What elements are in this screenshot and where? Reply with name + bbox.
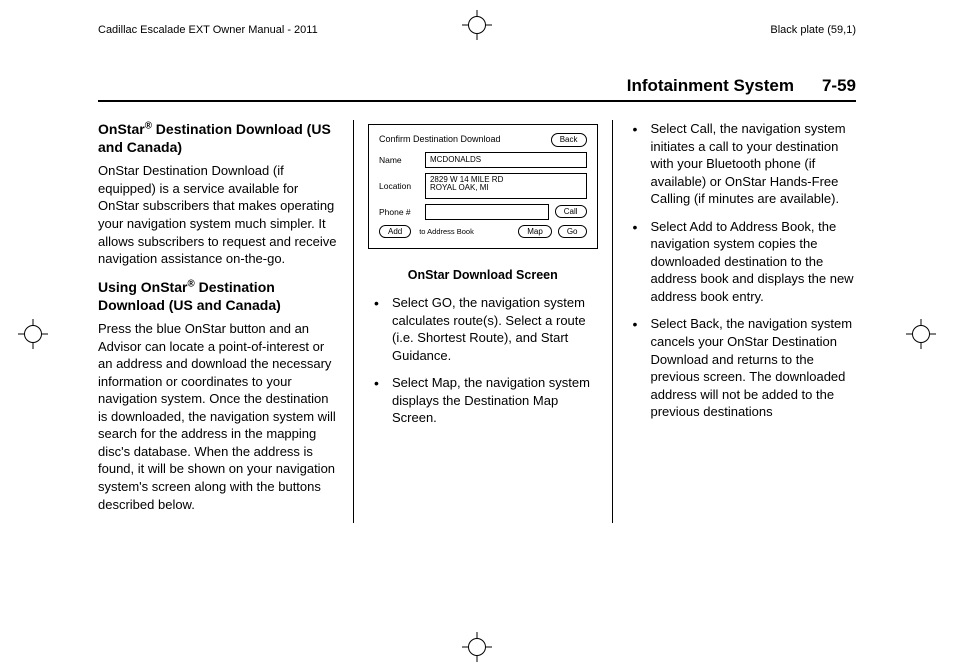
- screen-map-button: Map: [518, 225, 552, 239]
- screen-location-label: Location: [379, 181, 419, 191]
- screen-add-button: Add: [379, 225, 411, 239]
- screen-go-button: Go: [558, 225, 587, 239]
- plate-info: Black plate (59,1): [770, 24, 856, 36]
- col3-bullets: Select Call, the navigation system initi…: [627, 120, 857, 421]
- onstar-screen-figure: Confirm Destination Download Back Name M…: [368, 124, 598, 249]
- page: Cadillac Escalade EXT Owner Manual - 201…: [0, 0, 954, 543]
- screen-call-button: Call: [555, 205, 587, 219]
- column-2: Confirm Destination Download Back Name M…: [353, 120, 598, 523]
- bullet-call: Select Call, the navigation system initi…: [627, 120, 857, 208]
- screen-back-button: Back: [551, 133, 587, 147]
- column-3: Select Call, the navigation system initi…: [612, 120, 857, 523]
- content-columns: OnStar® Destination Download (US and Can…: [98, 120, 856, 523]
- column-1: OnStar® Destination Download (US and Can…: [98, 120, 339, 523]
- screen-name-label: Name: [379, 155, 419, 165]
- screen-name-value: MCDONALDS: [425, 152, 587, 168]
- print-header: Cadillac Escalade EXT Owner Manual - 201…: [98, 24, 856, 36]
- para-intro: OnStar Destination Download (if equipped…: [98, 162, 339, 267]
- section-header: Infotainment System 7-59: [98, 76, 856, 102]
- col2-bullets: Select GO, the navigation system calcula…: [368, 294, 598, 427]
- screen-add-label: to Address Book: [419, 227, 474, 236]
- bullet-add: Select Add to Address Book, the navigati…: [627, 218, 857, 306]
- bullet-go: Select GO, the navigation system calcula…: [368, 294, 598, 364]
- screen-phone-label: Phone #: [379, 207, 419, 217]
- page-number: 7-59: [822, 76, 856, 96]
- section-title: Infotainment System: [627, 76, 794, 96]
- manual-title: Cadillac Escalade EXT Owner Manual - 201…: [98, 24, 318, 36]
- heading-using-onstar: Using OnStar® Destination Download (US a…: [98, 278, 339, 314]
- screen-phone-value: [425, 204, 549, 220]
- heading-onstar-download: OnStar® Destination Download (US and Can…: [98, 120, 339, 156]
- para-using: Press the blue OnStar button and an Advi…: [98, 320, 339, 513]
- crop-mark-bottom: [462, 632, 492, 662]
- bullet-map: Select Map, the navigation system displa…: [368, 374, 598, 427]
- screen-location-value: 2829 W 14 MILE RD ROYAL OAK, MI: [425, 173, 587, 199]
- screen-title: Confirm Destination Download: [379, 134, 545, 145]
- bullet-back: Select Back, the navigation system cance…: [627, 315, 857, 420]
- figure-caption: OnStar Download Screen: [368, 267, 598, 284]
